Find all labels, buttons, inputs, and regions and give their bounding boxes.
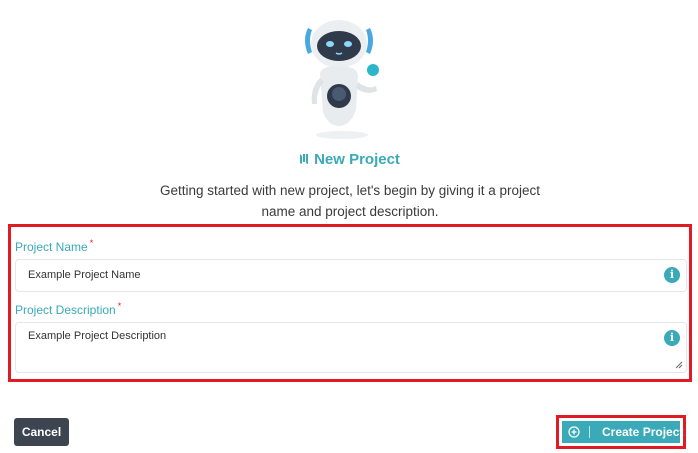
project-name-label: Project Name * <box>15 238 94 254</box>
project-name-value: Example Project Name <box>28 269 141 281</box>
project-description-value: Example Project Description <box>28 330 167 342</box>
info-icon[interactable]: i <box>664 330 680 346</box>
required-marker: * <box>117 301 122 311</box>
project-description-label: Project Description * <box>15 301 122 317</box>
required-marker: * <box>89 238 94 248</box>
project-form: Project Name * Example Project Name i Pro… <box>8 224 692 382</box>
cancel-button[interactable]: Cancel <box>14 418 69 446</box>
page-title-text: New Project <box>314 151 400 168</box>
description-line-1: Getting started with new project, let's … <box>159 183 541 198</box>
project-icon <box>300 154 309 164</box>
page-title: New Project <box>0 150 698 170</box>
description-line-2: name and project description. <box>261 204 439 219</box>
create-project-button[interactable]: Create Project <box>562 421 684 443</box>
button-divider <box>589 426 590 438</box>
new-project-page: New Project Getting started with new pro… <box>0 0 698 453</box>
plus-circle-icon <box>568 426 580 438</box>
info-icon[interactable]: i <box>664 267 680 283</box>
create-project-label: Create Project <box>602 425 684 439</box>
create-project-highlight: Create Project <box>556 415 686 449</box>
resize-handle-icon[interactable] <box>675 361 683 369</box>
page-description: Getting started with new project, let's … <box>140 180 560 222</box>
project-name-input[interactable]: Example Project Name i <box>15 259 687 292</box>
project-description-textarea[interactable]: Example Project Description i <box>15 322 687 373</box>
robot-illustration <box>290 14 400 142</box>
